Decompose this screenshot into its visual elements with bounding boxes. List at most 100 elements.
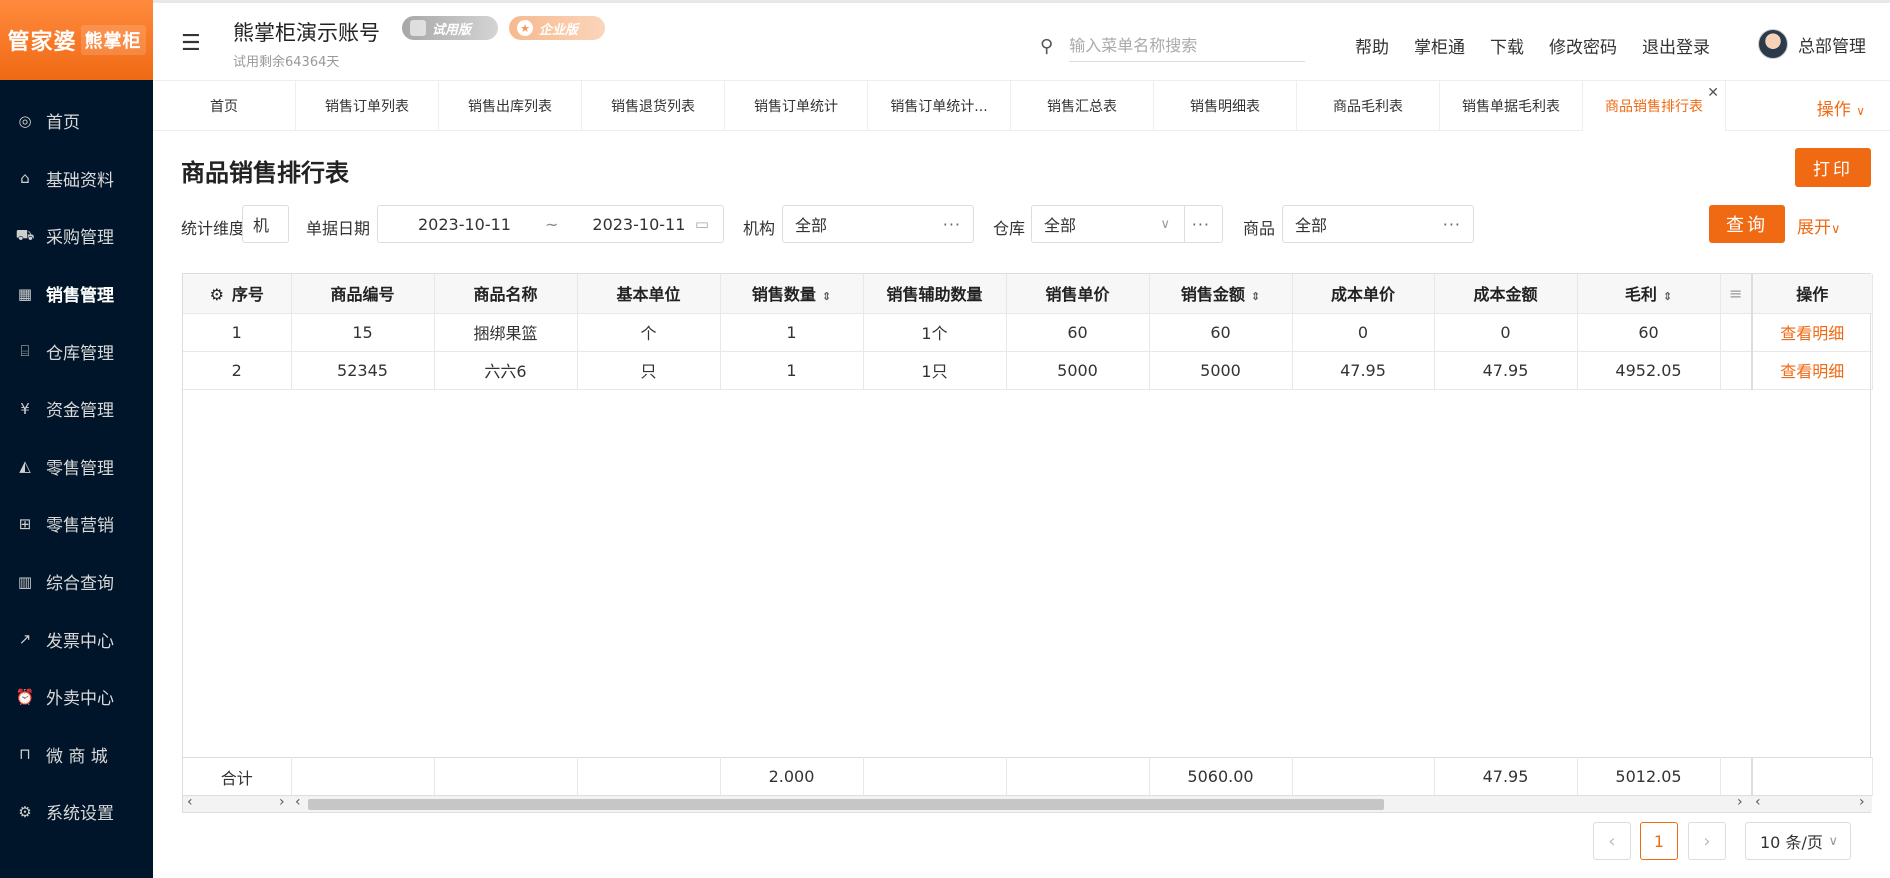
sidebar-item-home[interactable]: ◎ 首页 [0,92,153,150]
col-label: 销售金额 [1180,285,1245,305]
print-button[interactable]: 打印 [1795,148,1871,187]
cell-goods-code: 52345 [291,351,435,390]
sidebar-item-label: 采购管理 [46,228,114,249]
tabs-operation-button[interactable]: 操作 ∨ [1817,95,1865,120]
view-detail-link[interactable]: 查看明细 [1751,313,1873,352]
money-icon: ¥ [20,399,30,418]
summary-row: 合计 2.000 5060.00 47.95 5012.05 [183,757,1873,796]
page-tabs: 首页 销售订单列表 销售出库列表 销售退货列表 销售订单统计 销售订单统计...… [153,81,1890,131]
col-sales-qty[interactable]: 销售数量 ⇕ [720,274,864,314]
tab-sales-return-list[interactable]: 销售退货列表 [582,81,725,131]
org-select[interactable]: 全部 ··· [782,205,974,243]
menu-fold-icon[interactable]: ☰ [181,31,201,56]
page-number-button[interactable]: 1 [1640,822,1678,860]
search-icon[interactable]: ⚲ [1040,36,1053,57]
table-header-row: ⚙ 序号 商品编号 商品名称 基本单位 销售数量 ⇕ 销售辅助数量 销售单价 销售金… [183,274,1873,314]
cell-more [1720,351,1753,390]
sidebar-item-funds[interactable]: ¥ 资金管理 [0,380,153,438]
account-title: 熊掌柜演示账号 [233,21,380,45]
enterprise-badge-label: 企业版 [539,22,579,38]
tab-sales-summary[interactable]: 销售汇总表 [1011,81,1154,131]
scroll-right-icon[interactable]: › [1859,794,1865,810]
help-link[interactable]: 帮助 [1355,33,1389,58]
tab-sales-outbound-list[interactable]: 销售出库列表 [439,81,582,131]
avatar [1758,29,1788,59]
cell-sales-amount: 5000 [1149,351,1293,390]
more-icon[interactable]: ··· [1192,215,1210,234]
sort-icon[interactable]: ⇕ [1251,290,1260,303]
sort-icon[interactable]: ⇕ [1663,290,1672,303]
table-row: 1 15 捆绑果篮 个 1 1个 60 60 0 0 60 查看明细 [183,313,1873,352]
page-size-select[interactable]: 10 条/页 ∨ [1745,822,1851,860]
summary-cell [1292,757,1435,796]
cell-gross-profit: 4952.05 [1577,351,1721,390]
date-label: 单据日期 [306,219,371,238]
sidebar-item-purchase[interactable]: ⛟ 采购管理 [0,207,153,265]
expand-button[interactable]: 展开∨ [1797,213,1841,238]
sort-icon[interactable]: ⇕ [822,290,831,303]
summary-cell [1006,757,1150,796]
sidebar-item-settings[interactable]: ⚙ 系统设置 [0,783,153,841]
tab-home[interactable]: 首页 [153,81,296,131]
cell-sales-qty: 1 [720,313,864,352]
scroll-right-icon[interactable]: › [1737,794,1743,810]
tab-sales-order-stats[interactable]: 销售订单统计 [725,81,868,131]
more-icon[interactable]: ··· [1443,215,1461,234]
cart-icon: ⛟ [15,225,35,244]
sidebar-item-invoice[interactable]: ↗ 发票中心 [0,610,153,668]
logout-link[interactable]: 退出登录 [1642,33,1710,58]
calendar-icon: ▦ [17,284,33,303]
sidebar-item-sales[interactable]: ▦ 销售管理 [0,265,153,323]
query-button[interactable]: 查询 [1709,205,1785,243]
sidebar-item-mall[interactable]: ⊓ 微 商 城 [0,726,153,784]
view-detail-link[interactable]: 查看明细 [1751,351,1873,390]
date-to[interactable]: 2023-10-11 [592,215,685,234]
download-link[interactable]: 下载 [1490,33,1524,58]
scroll-left-icon[interactable]: ‹ [1755,794,1761,810]
sidebar-item-query[interactable]: ▥ 综合查询 [0,553,153,611]
date-range-picker[interactable]: 2023-10-11 ~ 2023-10-11 ▭ [377,205,724,243]
sidebar-item-retail-marketing[interactable]: ⊞ 零售营销 [0,495,153,553]
sidebar-item-retail[interactable]: ◭ 零售管理 [0,438,153,496]
sidebar-item-basic-data[interactable]: ⌂ 基础资料 [0,150,153,208]
gear-icon: ⚙ [18,802,32,821]
dimension-select[interactable]: 机 [242,205,289,243]
col-sales-amount[interactable]: 销售金额 ⇕ [1149,274,1293,314]
gear-icon[interactable]: ⚙ [210,285,224,304]
tab-goods-sales-rank[interactable]: 商品销售排行表 ✕ [1583,81,1726,131]
tab-goods-profit[interactable]: 商品毛利表 [1297,81,1440,131]
tab-sales-detail[interactable]: 销售明细表 [1154,81,1297,131]
more-icon[interactable]: ··· [943,215,961,234]
dimension-label: 统计维度 [181,219,246,238]
summary-cell [1720,757,1753,796]
summary-cell [863,757,1007,796]
sidebar-item-warehouse[interactable]: ⌸ 仓库管理 [0,322,153,380]
tab-sales-order-stats-2[interactable]: 销售订单统计... [868,81,1011,131]
col-index[interactable]: ⚙ 序号 [183,274,292,314]
user-menu[interactable]: 总部管理 [1758,29,1866,59]
scroll-left-icon[interactable]: ‹ [187,794,193,810]
cell-goods-name: 捆绑果篮 [434,313,578,352]
prev-page-button[interactable]: ‹ [1593,822,1631,860]
next-page-button[interactable]: › [1688,822,1726,860]
trial-remaining: 试用剩余64364天 [233,55,340,70]
zhanggui-link[interactable]: 掌柜通 [1414,33,1465,58]
menu-search-input[interactable] [1069,30,1305,62]
summary-sales-amount: 5060.00 [1149,757,1293,796]
close-icon[interactable]: ✕ [1707,85,1719,101]
horizontal-scrollbar[interactable]: ‹ › ‹ › ‹ › [183,794,1872,812]
calendar-icon: ▭ [694,215,709,233]
scroll-left-icon[interactable]: ‹ [295,794,301,810]
sidebar-item-delivery[interactable]: ⏰ 外卖中心 [0,668,153,726]
tab-doc-profit[interactable]: 销售单据毛利表 [1440,81,1583,131]
scroll-right-icon[interactable]: › [279,794,285,810]
data-table: ⚙ 序号 商品编号 商品名称 基本单位 销售数量 ⇕ 销售辅助数量 销售单价 销售金… [182,273,1873,813]
scrollbar-thumb[interactable] [308,799,1384,810]
warehouse-select[interactable]: 全部 ∨ ··· [1031,205,1223,243]
goods-select[interactable]: 全部 ··· [1282,205,1474,243]
summary-label: 合计 [183,757,292,796]
change-password-link[interactable]: 修改密码 [1549,33,1617,58]
tab-sales-order-list[interactable]: 销售订单列表 [296,81,439,131]
date-from[interactable]: 2023-10-11 [418,215,511,234]
col-gross-profit[interactable]: 毛利 ⇕ [1577,274,1721,314]
